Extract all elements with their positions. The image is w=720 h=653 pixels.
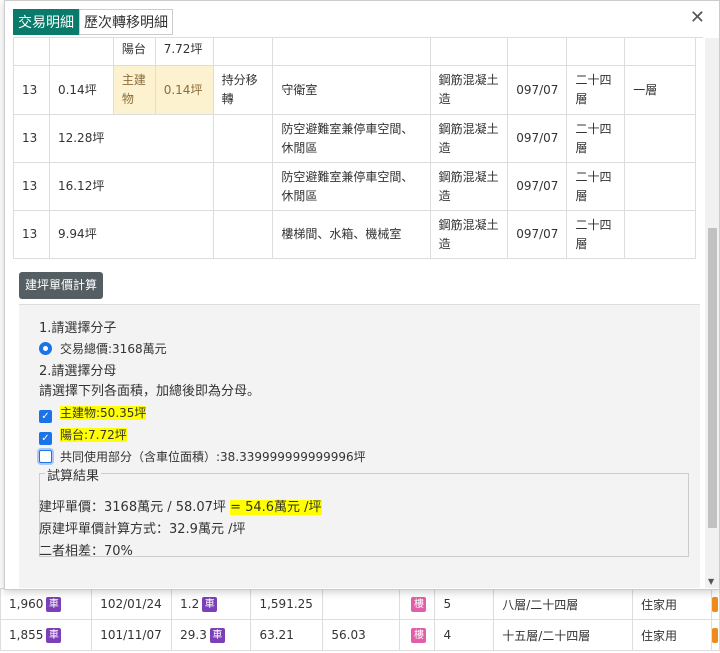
table-row: 13 12.28坪 防空避難室兼停車空間、休閒區 鋼筋混凝土造 097/07 二… — [13, 114, 696, 163]
transaction-modal: 交易明細 歷次轉移明細 ✕ 陽台 7.72坪 13 0.14坪 主建物 0.14… — [4, 0, 720, 590]
table-row: 13 0.14坪 主建物 0.14坪 持分移轉 守衛室 鋼筋混凝土造 097/0… — [13, 65, 696, 115]
numerator-option[interactable]: 交易總價:3168萬元 — [39, 340, 167, 357]
checkbox-checked-icon[interactable]: ✓ — [39, 410, 52, 423]
denominator-title: 2.請選擇分母 — [39, 364, 117, 379]
parking-badge: 車 — [46, 627, 62, 643]
tab-bar: 交易明細 歷次轉移明細 — [13, 9, 173, 37]
modal-scrollbar[interactable]: ▼ — [705, 38, 719, 588]
floor-badge: 樓 — [411, 596, 427, 612]
result-unit-price: 建坪單價：3168萬元 / 58.07坪 = 54.6萬元 /坪 — [39, 500, 322, 515]
radio-selected-icon[interactable] — [39, 342, 52, 355]
denominator-hint: 請選擇下列各面積，加總後即為分母。 — [39, 384, 261, 399]
checkbox-unchecked-icon[interactable] — [39, 450, 52, 463]
result-difference: 二者相差：70% — [39, 544, 133, 559]
table-row: 13 9.94坪 樓梯間、水箱、機械室 鋼筋混凝土造 097/07 二十四層 — [13, 210, 696, 259]
option-common-area[interactable]: 共同使用部分（含車位面積）:38.339999999999996坪 — [39, 448, 366, 465]
option-main-building[interactable]: ✓ 主建物:50.35坪 — [39, 404, 147, 423]
status-marker-icon — [711, 627, 718, 643]
scrollbar-thumb[interactable] — [708, 228, 717, 528]
status-marker-icon — [711, 596, 718, 612]
building-detail-table: 陽台 7.72坪 13 0.14坪 主建物 0.14坪 持分移轉 守衛室 鋼筋混… — [13, 38, 696, 259]
close-icon[interactable]: ✕ — [690, 7, 705, 28]
tab-transaction-detail[interactable]: 交易明細 — [13, 9, 79, 35]
parking-badge: 車 — [46, 596, 62, 612]
tab-transfer-history[interactable]: 歷次轉移明細 — [79, 9, 173, 35]
modal-body: 陽台 7.72坪 13 0.14坪 主建物 0.14坪 持分移轉 守衛室 鋼筋混… — [13, 38, 705, 588]
floor-badge: 樓 — [411, 627, 427, 643]
calc-unit-price-button[interactable]: 建坪單價計算 — [19, 272, 104, 299]
table-row[interactable]: 1,960 車 102/01/24 1.2 車 1,591.25 樓 5 八層/二十… — [0, 588, 720, 620]
result-original-price: 原建坪單價計算方式：32.9萬元 /坪 — [39, 522, 246, 537]
result-title: 試算結果 — [45, 465, 102, 484]
option-balcony[interactable]: ✓ 陽台:7.72坪 — [39, 426, 127, 445]
checkbox-checked-icon[interactable]: ✓ — [39, 432, 52, 445]
table-row: 陽台 7.72坪 — [13, 38, 696, 66]
result-box — [39, 473, 689, 557]
parking-badge: 車 — [209, 627, 225, 643]
listing-table: 1,960 車 102/01/24 1.2 車 1,591.25 樓 5 八層/二十… — [0, 588, 720, 651]
scroll-down-icon[interactable]: ▼ — [708, 577, 714, 586]
numerator-title: 1.請選擇分子 — [39, 321, 117, 336]
table-row[interactable]: 1,855 車 101/11/07 29.3 車 63.21 56.03 樓 4 十… — [0, 619, 720, 651]
calc-panel: 1.請選擇分子 交易總價:3168萬元 2.請選擇分母 請選擇下列各面積，加總後… — [19, 304, 700, 588]
table-row: 13 16.12坪 防空避難室兼停車空間、休閒區 鋼筋混凝土造 097/07 二… — [13, 162, 696, 211]
parking-badge: 車 — [202, 596, 218, 612]
